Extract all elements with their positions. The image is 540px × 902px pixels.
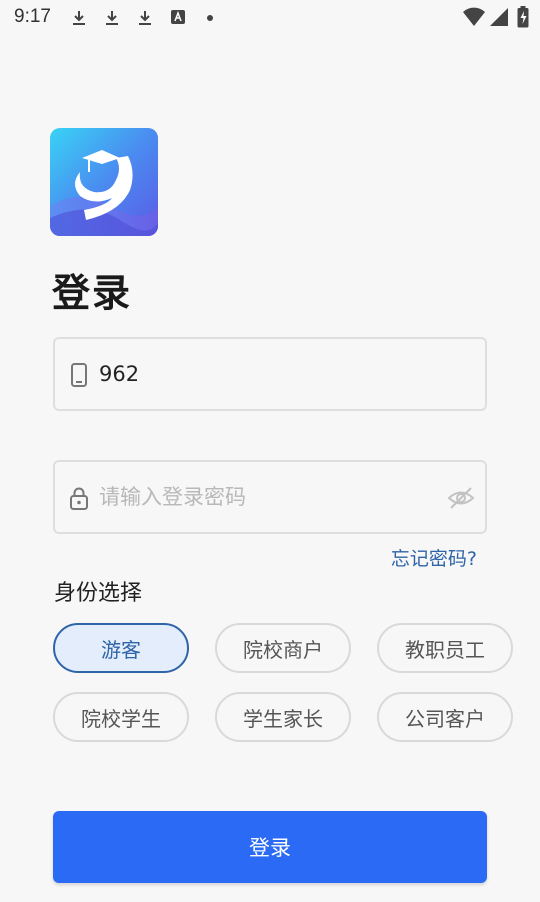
identity-chip-student[interactable]: 院校学生 [53,692,189,742]
wifi-icon [463,7,485,26]
phone-input[interactable] [99,339,439,409]
phone-icon [71,363,87,387]
password-field[interactable] [53,460,487,534]
identity-chip-visitor[interactable]: 游客 [53,623,189,673]
page-title: 登录 [52,271,133,315]
identity-chip-staff[interactable]: 教职员工 [377,623,513,673]
identity-chip-school-merchant[interactable]: 院校商户 [215,623,351,673]
font-icon [171,10,185,24]
signal-icon [490,8,508,26]
app-logo [50,128,158,236]
download-icon [139,11,151,25]
forgot-password-link[interactable]: 忘记密码? [391,544,477,571]
login-button[interactable]: 登录 [53,811,487,883]
dot-icon [207,15,213,21]
download-icon [73,11,85,25]
download-icon [106,11,118,25]
phone-field[interactable] [53,337,487,411]
lock-icon [70,487,88,510]
identity-chip-company-client[interactable]: 公司客户 [377,692,513,742]
identity-chip-parent[interactable]: 学生家长 [215,692,351,742]
status-bar: 9:17 [0,0,540,36]
battery-charging-icon [517,6,529,28]
password-input[interactable] [99,462,439,532]
status-time: 9:17 [14,6,51,27]
eye-off-icon[interactable] [447,484,475,512]
app-logo-graphic [50,128,158,236]
identity-section-label: 身份选择 [54,581,143,606]
